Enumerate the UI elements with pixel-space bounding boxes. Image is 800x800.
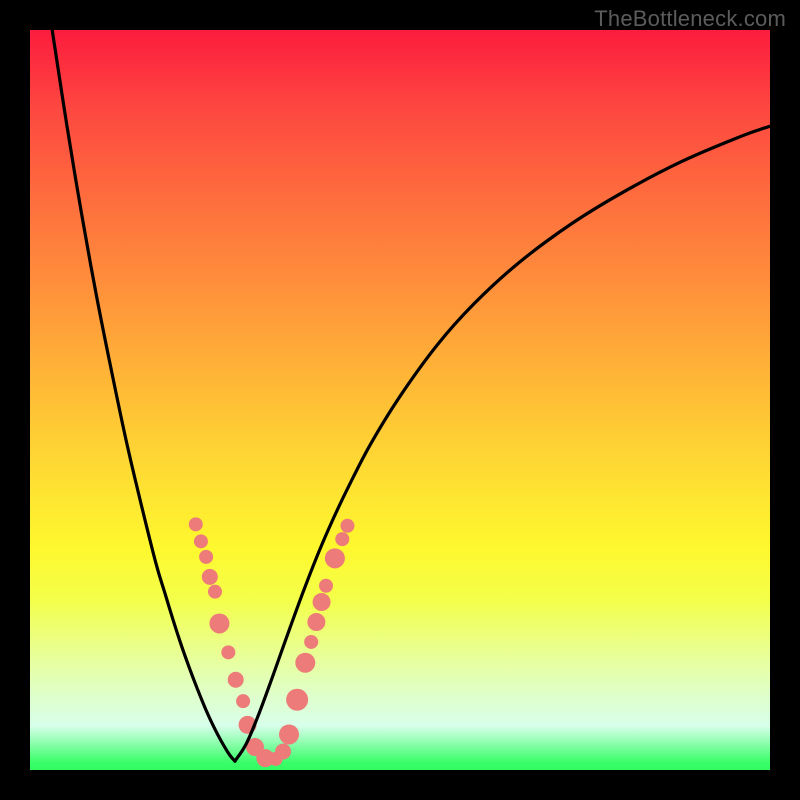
marker-dot <box>313 593 331 611</box>
marker-dot <box>304 635 318 649</box>
marker-dot <box>307 613 325 631</box>
marker-dot <box>275 744 291 760</box>
marker-dot <box>279 724 299 744</box>
plot-area <box>30 30 770 770</box>
marker-dot <box>189 517 203 531</box>
marker-dot <box>340 519 354 533</box>
marker-dot <box>202 569 218 585</box>
chart-svg <box>30 30 770 770</box>
curve-left <box>52 30 235 761</box>
marker-dot <box>208 585 222 599</box>
marker-dot <box>194 534 208 548</box>
curve-right <box>235 126 770 761</box>
chart-frame: TheBottleneck.com <box>0 0 800 800</box>
marker-dot <box>236 694 250 708</box>
marker-dot <box>335 532 349 546</box>
marker-dot <box>199 550 213 564</box>
watermark-text: TheBottleneck.com <box>594 6 786 32</box>
marker-dot <box>209 613 229 633</box>
marker-dot <box>295 653 315 673</box>
marker-dot <box>286 689 308 711</box>
marker-dot <box>221 645 235 659</box>
marker-dot <box>325 548 345 568</box>
marker-dot <box>319 579 333 593</box>
marker-dot <box>228 672 244 688</box>
